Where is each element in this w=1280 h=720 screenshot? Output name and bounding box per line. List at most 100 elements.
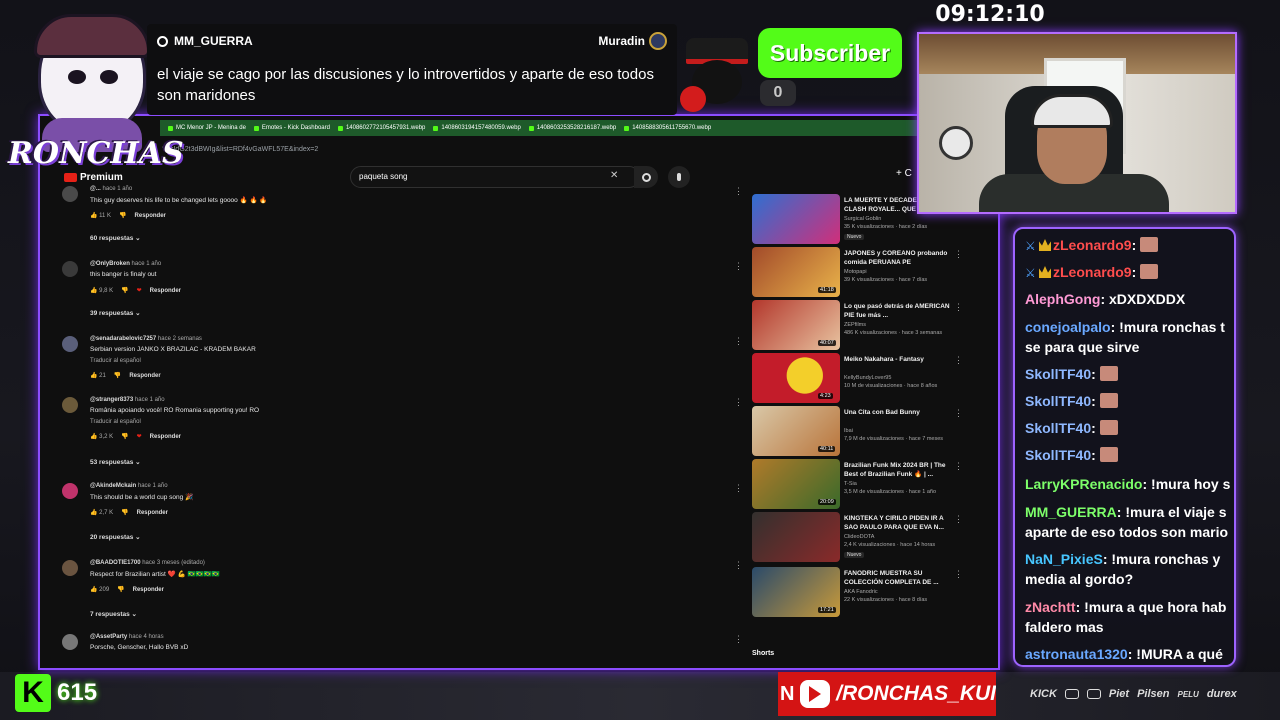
- comment-author[interactable]: @AssetParty: [90, 634, 127, 640]
- avatar[interactable]: [62, 336, 78, 352]
- browser-tab[interactable]: Emotes - Kick Dashboard: [253, 125, 330, 131]
- channel-name[interactable]: ZEPfilms: [844, 322, 866, 328]
- video-card[interactable]: 17:21 FANODRIC MUESTRA SU COLECCIÓN COMP…: [752, 567, 963, 617]
- like-button[interactable]: 👍 11 K: [90, 212, 111, 219]
- video-card[interactable]: 40:07 Lo que pasó detrás de AMERICAN PIE…: [752, 300, 963, 350]
- reply-button[interactable]: Responder: [150, 434, 181, 440]
- chat-username[interactable]: conejoalpalo: [1025, 319, 1111, 335]
- browser-tab[interactable]: 1408603194157480059.webp: [433, 125, 521, 131]
- browser-tab[interactable]: 1408603253528216187.webp: [528, 125, 616, 131]
- more-options-icon[interactable]: ⋮: [734, 634, 743, 645]
- video-card[interactable]: KINGTEKA Y CIRILO PIDEN IR A SAO PAULO P…: [752, 512, 963, 562]
- avatar[interactable]: [62, 560, 78, 576]
- video-title[interactable]: Lo que pasó detrás de AMERICAN PIE fue m…: [844, 302, 956, 320]
- translate-link[interactable]: Traducir al español: [90, 419, 141, 425]
- reply-button[interactable]: Responder: [133, 587, 164, 593]
- channel-name[interactable]: T-Sia: [844, 481, 857, 487]
- more-options-icon[interactable]: ⋮: [954, 408, 963, 419]
- chat-username[interactable]: astronauta1320: [1025, 646, 1128, 662]
- channel-name[interactable]: Motopapi: [844, 269, 867, 275]
- reply-button[interactable]: Responder: [150, 288, 181, 294]
- create-button[interactable]: + C: [896, 168, 912, 179]
- voice-search-button[interactable]: [668, 166, 690, 188]
- video-thumbnail[interactable]: [752, 194, 840, 244]
- browser-tab[interactable]: MC Menor JP - Menina de: [168, 125, 246, 131]
- channel-name[interactable]: AKA Fanodric: [844, 589, 878, 595]
- chat-username[interactable]: AlephGong: [1025, 291, 1100, 307]
- video-title[interactable]: Brazilian Funk Mix 2024 BR | The Best of…: [844, 461, 956, 479]
- replies-toggle[interactable]: 7 respuestas ⌄: [90, 610, 137, 618]
- more-options-icon[interactable]: ⋮: [734, 483, 743, 494]
- replies-toggle[interactable]: 53 respuestas ⌄: [90, 458, 141, 466]
- dislike-icon[interactable]: 👎: [121, 509, 128, 516]
- like-button[interactable]: 👍 209: [90, 586, 109, 593]
- clear-search-icon[interactable]: ✕: [610, 170, 618, 181]
- more-options-icon[interactable]: ⋮: [734, 336, 743, 347]
- video-card[interactable]: 20:09 Brazilian Funk Mix 2024 BR | The B…: [752, 459, 963, 509]
- video-title[interactable]: Una Cita con Bad Bunny: [844, 408, 956, 417]
- avatar[interactable]: [62, 483, 78, 499]
- more-options-icon[interactable]: ⋮: [954, 514, 963, 525]
- more-options-icon[interactable]: ⋮: [734, 397, 743, 408]
- comment-author[interactable]: @OnlyBroken: [90, 261, 130, 267]
- comment-author[interactable]: @stranger8373: [90, 397, 133, 403]
- search-input[interactable]: paqueta song: [350, 166, 640, 188]
- video-card[interactable]: 4:23 Meiko Nakahara - Fantasy KellyBundy…: [752, 353, 963, 403]
- channel-name[interactable]: KellyBundyLover95: [844, 375, 891, 381]
- browser-tab[interactable]: 1408588305611755670.webp: [624, 125, 711, 131]
- comment-author[interactable]: @senadarabelovic7257: [90, 336, 156, 342]
- chat-username[interactable]: SkollTF40: [1025, 393, 1091, 409]
- video-title[interactable]: JAPONES y COREANO probando comida PERUAN…: [844, 249, 956, 267]
- channel-name[interactable]: ClideoDOTA: [844, 534, 874, 540]
- replies-toggle[interactable]: 39 respuestas ⌄: [90, 309, 141, 317]
- chat-username[interactable]: SkollTF40: [1025, 447, 1091, 463]
- more-options-icon[interactable]: ⋮: [954, 569, 963, 580]
- video-card[interactable]: 41:18 JAPONES y COREANO probando comida …: [752, 247, 963, 297]
- chat-username[interactable]: zNachtt: [1025, 599, 1076, 615]
- dislike-icon[interactable]: 👎: [114, 372, 121, 379]
- video-title[interactable]: Meiko Nakahara - Fantasy: [844, 355, 956, 364]
- browser-tab[interactable]: 1408602772105457931.webp: [337, 125, 425, 131]
- translate-link[interactable]: Traducir al español: [90, 358, 141, 364]
- replies-toggle[interactable]: 60 respuestas ⌄: [90, 234, 141, 242]
- dislike-icon[interactable]: 👎: [121, 287, 128, 294]
- chat-username[interactable]: zLeonardo9: [1053, 264, 1132, 280]
- like-button[interactable]: 👍 21: [90, 372, 106, 379]
- comment-author[interactable]: @...: [90, 186, 101, 192]
- avatar[interactable]: [62, 261, 78, 277]
- replies-toggle[interactable]: 20 respuestas ⌄: [90, 533, 141, 541]
- video-thumbnail[interactable]: [752, 512, 840, 562]
- avatar[interactable]: [62, 397, 78, 413]
- more-options-icon[interactable]: ⋮: [734, 560, 743, 571]
- avatar[interactable]: [62, 186, 78, 202]
- comment-author[interactable]: @BAADOTIE1700: [90, 560, 141, 566]
- chat-username[interactable]: SkollTF40: [1025, 420, 1091, 436]
- channel-name[interactable]: Ibai: [844, 428, 853, 434]
- search-button[interactable]: [634, 166, 658, 188]
- video-title[interactable]: KINGTEKA Y CIRILO PIDEN IR A SAO PAULO P…: [844, 514, 956, 532]
- more-options-icon[interactable]: ⋮: [954, 249, 963, 260]
- more-options-icon[interactable]: ⋮: [734, 186, 743, 197]
- reply-button[interactable]: Responder: [137, 510, 168, 516]
- like-button[interactable]: 👍 9,8 K: [90, 287, 113, 294]
- address-bar[interactable]: ?v=IdG2t3dBWIg&list=RDf4vGaWFL57E&index=…: [160, 142, 950, 158]
- more-options-icon[interactable]: ⋮: [954, 355, 963, 366]
- channel-name[interactable]: Surgical Goblin: [844, 216, 881, 222]
- chat-username[interactable]: zLeonardo9: [1053, 237, 1132, 253]
- chat-username[interactable]: LarryKPRenacido: [1025, 476, 1142, 492]
- video-title[interactable]: FANODRIC MUESTRA SU COLECCIÓN COMPLETA D…: [844, 569, 956, 587]
- dislike-icon[interactable]: 👎: [119, 212, 126, 219]
- chat-username[interactable]: MM_GUERRA: [1025, 504, 1117, 520]
- dislike-icon[interactable]: 👎: [117, 586, 124, 593]
- more-options-icon[interactable]: ⋮: [734, 261, 743, 272]
- dislike-icon[interactable]: 👎: [121, 433, 128, 440]
- more-options-icon[interactable]: ⋮: [954, 302, 963, 313]
- more-options-icon[interactable]: ⋮: [954, 461, 963, 472]
- chat-username[interactable]: SkollTF40: [1025, 366, 1091, 382]
- comment-author[interactable]: @AkindeMckain: [90, 483, 136, 489]
- like-button[interactable]: 👍 3,2 K: [90, 433, 113, 440]
- reply-button[interactable]: Responder: [129, 373, 160, 379]
- chat-username[interactable]: NaN_PixieS: [1025, 551, 1103, 567]
- like-button[interactable]: 👍 2,7 K: [90, 509, 113, 516]
- reply-button[interactable]: Responder: [135, 213, 166, 219]
